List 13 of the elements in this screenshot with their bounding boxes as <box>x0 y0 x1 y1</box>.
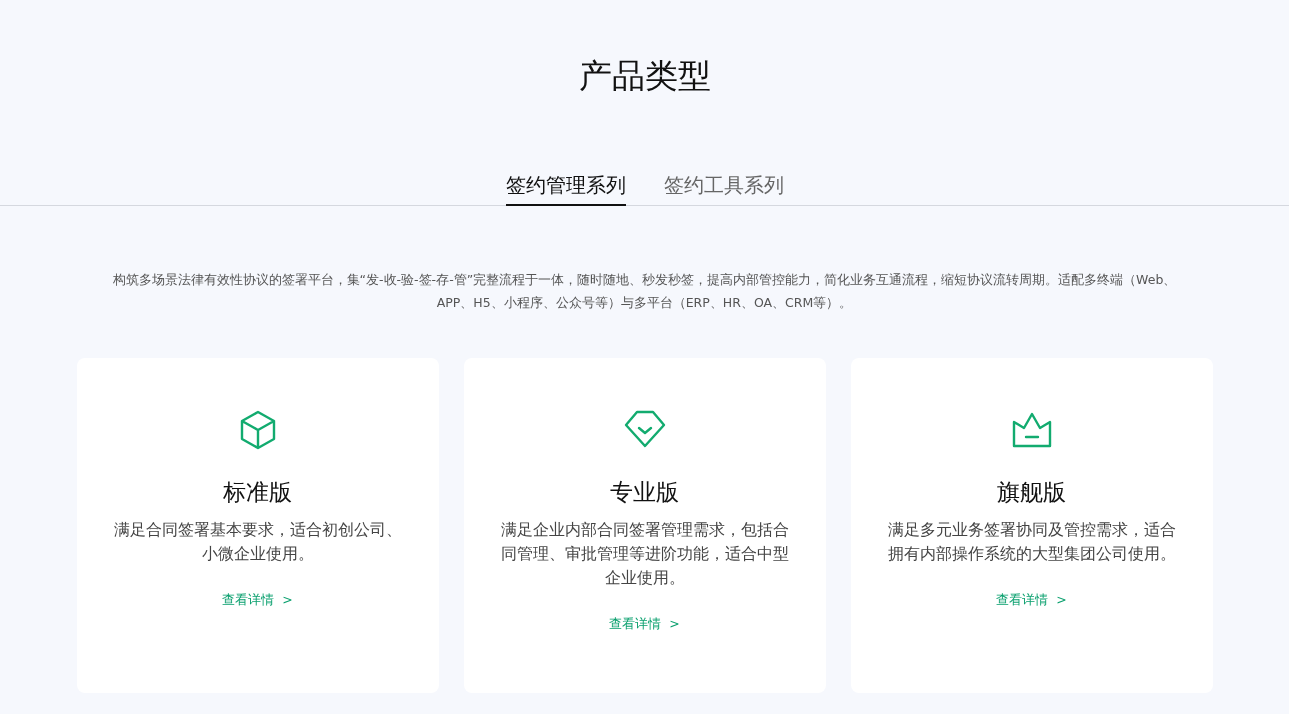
card-text: 满足多元业务签署协同及管控需求，适合拥有内部操作系统的大型集团公司使用。 <box>886 520 1177 565</box>
card-title: 旗舰版 <box>997 478 1066 507</box>
details-link[interactable]: 查看详情 > <box>609 616 680 633</box>
tab[interactable]: 签约管理系列 <box>505 170 626 206</box>
card-text: 满足企业内部合同签署管理需求，包括合同管理、审批管理等进阶功能，适合中型企业使用。 <box>499 520 790 589</box>
card-text: 满足合同签署基本要求，适合初创公司、小微企业使用。 <box>112 520 403 565</box>
card-title: 标准版 <box>223 478 292 507</box>
card-title: 专业版 <box>610 478 679 507</box>
description-text: 构筑多场景法律有效性协议的签署平台，集“发-收-验-签-存-管”完整流程于一体，随时随地、秒发秒签，提高内部管控能力，简化业务互通流程，缩短协议流转周期。适配多终端（Web、APP、H5、小程序、公众号等）与多平台（ERP、HR、OA、CRM等）。 <box>111 271 1178 312</box>
tab[interactable]: 签约工具系列 <box>663 170 784 206</box>
details-link[interactable]: 查看详情 > <box>996 592 1067 609</box>
details-link[interactable]: 查看详情 > <box>222 592 293 609</box>
page-title: 产品类型 <box>578 55 711 97</box>
